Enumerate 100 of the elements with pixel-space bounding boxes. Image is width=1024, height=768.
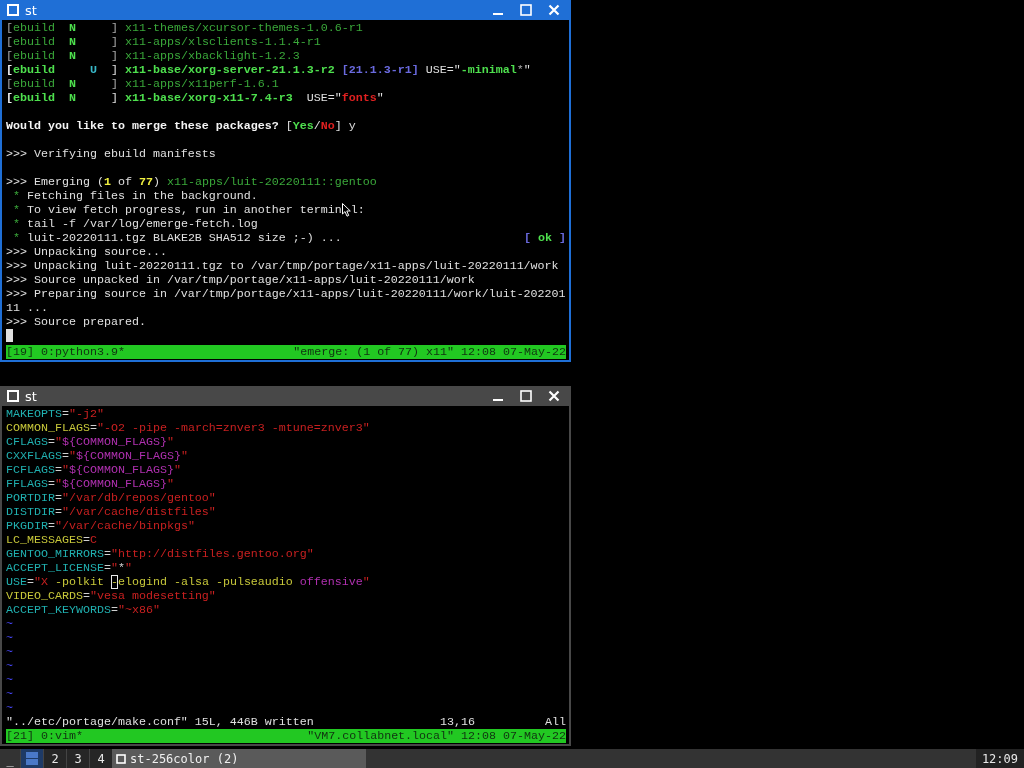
terminal-text: VIDEO_CARDS — [6, 589, 83, 603]
terminal-text: USE — [6, 575, 27, 589]
terminal-text: ] — [109, 21, 119, 35]
window-title: st — [25, 388, 38, 404]
terminal-text: * — [12, 189, 20, 203]
tilde-marker: ~ — [6, 659, 13, 673]
terminal-text: ${COMMON_FLAGS} — [62, 477, 167, 491]
terminal-text: No — [320, 119, 335, 133]
terminal-text: of — [116, 175, 133, 189]
terminal-text: N — [68, 91, 76, 105]
terminal-text: ebuild — [13, 21, 56, 35]
terminal-text: = — [48, 519, 55, 533]
terminal-text: -minimal — [460, 63, 517, 77]
terminal-text: USE=" — [424, 63, 461, 77]
terminal-text: ebuild — [13, 77, 56, 91]
taskbar-window-button[interactable]: st-256color (2) — [112, 749, 366, 768]
minimize-icon — [493, 399, 503, 401]
scroll-position: All — [545, 715, 566, 729]
terminal-text: " — [180, 449, 188, 463]
terminal-text: ] y — [334, 119, 356, 133]
pointer-icon — [341, 203, 351, 217]
terminal-text: ${COMMON_FLAGS} — [75, 449, 181, 463]
tilde-marker: ~ — [6, 645, 13, 659]
tilde-marker: ~ — [6, 701, 13, 715]
terminal-text: x11-apps/xbacklight-1.2.3 — [124, 49, 300, 63]
terminal-text: ebuild — [13, 49, 56, 63]
tilde-marker: ~ — [6, 631, 13, 645]
terminal-text: >>> Source prepared. — [6, 315, 146, 329]
terminal-text: x11-apps/x11perf-1.6.1 — [124, 77, 279, 91]
window-icon — [7, 390, 19, 402]
maximize-icon — [520, 390, 532, 402]
terminal-text: "~x86" — [117, 603, 160, 617]
terminal-text: " — [55, 435, 62, 449]
close-icon — [548, 390, 560, 402]
tilde-marker: ~ — [6, 673, 13, 687]
terminal-text: ] — [109, 77, 119, 91]
terminal-text: ] — [109, 35, 119, 49]
tilde-marker: ~ — [6, 617, 13, 631]
window-layout-icon — [25, 751, 39, 766]
close-icon — [548, 4, 560, 16]
terminal-text: = — [61, 407, 69, 421]
terminal-text: * — [12, 217, 20, 231]
terminal-text: luit-20220111.tgz BLAKE2B SHA512 size ;-) ... — [26, 231, 342, 245]
terminal-text: * — [117, 561, 125, 575]
terminal-text: = — [110, 603, 118, 617]
terminal-text: [ — [524, 231, 532, 245]
terminal-text: = — [54, 491, 62, 505]
terminal-text: l: — [350, 203, 365, 217]
terminal-text: " — [362, 575, 370, 589]
terminal-text: x11-base/xorg-x11-7.4-r3 — [124, 91, 293, 105]
terminal-text: ebuild — [13, 63, 56, 77]
terminal-text: "/var/cache/distfiles" — [61, 505, 216, 519]
terminal-text: elogind -alsa -pulseaudio — [117, 575, 294, 589]
terminal-text: = — [27, 575, 34, 589]
workspace-button[interactable] — [20, 749, 43, 768]
terminal-text: >>> Unpacking luit-20220111.tgz to /var/tmp/portage/x11-apps/luit-20220111/work — [6, 259, 559, 273]
status-text: "emerge: (1 of 77) x11" 12:08 07-May-22 — [293, 345, 566, 359]
terminal-text: -polkit — [55, 575, 105, 589]
terminal-text: CXXFLAGS — [6, 449, 62, 463]
terminal-text: PORTDIR — [6, 491, 55, 505]
terminal-text: ACCEPT_KEYWORDS — [6, 603, 111, 617]
status-text: [19] 0:python3.9* — [6, 345, 125, 359]
terminal-text: fonts — [341, 91, 377, 105]
terminal-text: * — [12, 203, 20, 217]
terminal-text: ) — [152, 175, 161, 189]
terminal-text: 11 ... — [6, 301, 48, 315]
terminal-text: "/var/cache/binpkgs" — [55, 519, 195, 533]
terminal-text: = — [82, 533, 90, 547]
terminal-text: " — [68, 449, 76, 463]
terminal-text: - — [110, 575, 118, 589]
workspace-button[interactable]: 4 — [89, 749, 112, 768]
terminal-text: x11-themes/xcursor-themes-1.0.6-r1 — [124, 21, 363, 35]
terminal-text: Would you like to merge these packages? — [6, 119, 280, 133]
terminal-text: = — [89, 421, 97, 435]
terminal-text: COMMON_FLAGS — [6, 421, 90, 435]
workspace-button[interactable]: 3 — [66, 749, 89, 768]
terminal-text: ebuild — [13, 91, 56, 105]
show-desktop-button[interactable]: _ — [0, 749, 20, 768]
window-title: st — [25, 2, 38, 18]
terminal-text: ${COMMON_FLAGS} — [62, 435, 167, 449]
terminal-text: USE=" — [305, 91, 342, 105]
terminal-text: ] — [109, 49, 119, 63]
terminal-text: offensive — [299, 575, 363, 589]
message-text: "../etc/portage/make.conf" 15L, 446B written — [6, 715, 314, 729]
terminal-text: " — [173, 463, 181, 477]
clock: 12:09 — [975, 749, 1024, 768]
terminal-text: N — [68, 21, 76, 35]
terminal-text: * — [516, 63, 524, 77]
terminal-text: "-j2" — [68, 407, 104, 421]
workspace-button[interactable]: 2 — [43, 749, 66, 768]
terminal-text: "/var/db/repos/gentoo" — [61, 491, 216, 505]
terminal-text: "vesa modesetting" — [89, 589, 216, 603]
terminal-text: "-O2 -pipe -march=znver3 -mtune=znver3" — [96, 421, 370, 435]
terminal-text: = — [48, 435, 55, 449]
terminal-text: [ — [6, 63, 13, 77]
terminal-text: ebuild — [13, 35, 56, 49]
terminal-text: = — [54, 463, 62, 477]
terminal-text: x11-apps/xlsclients-1.1.4-r1 — [124, 35, 321, 49]
terminal-text: [ — [6, 35, 13, 49]
terminal-text: " — [376, 91, 384, 105]
